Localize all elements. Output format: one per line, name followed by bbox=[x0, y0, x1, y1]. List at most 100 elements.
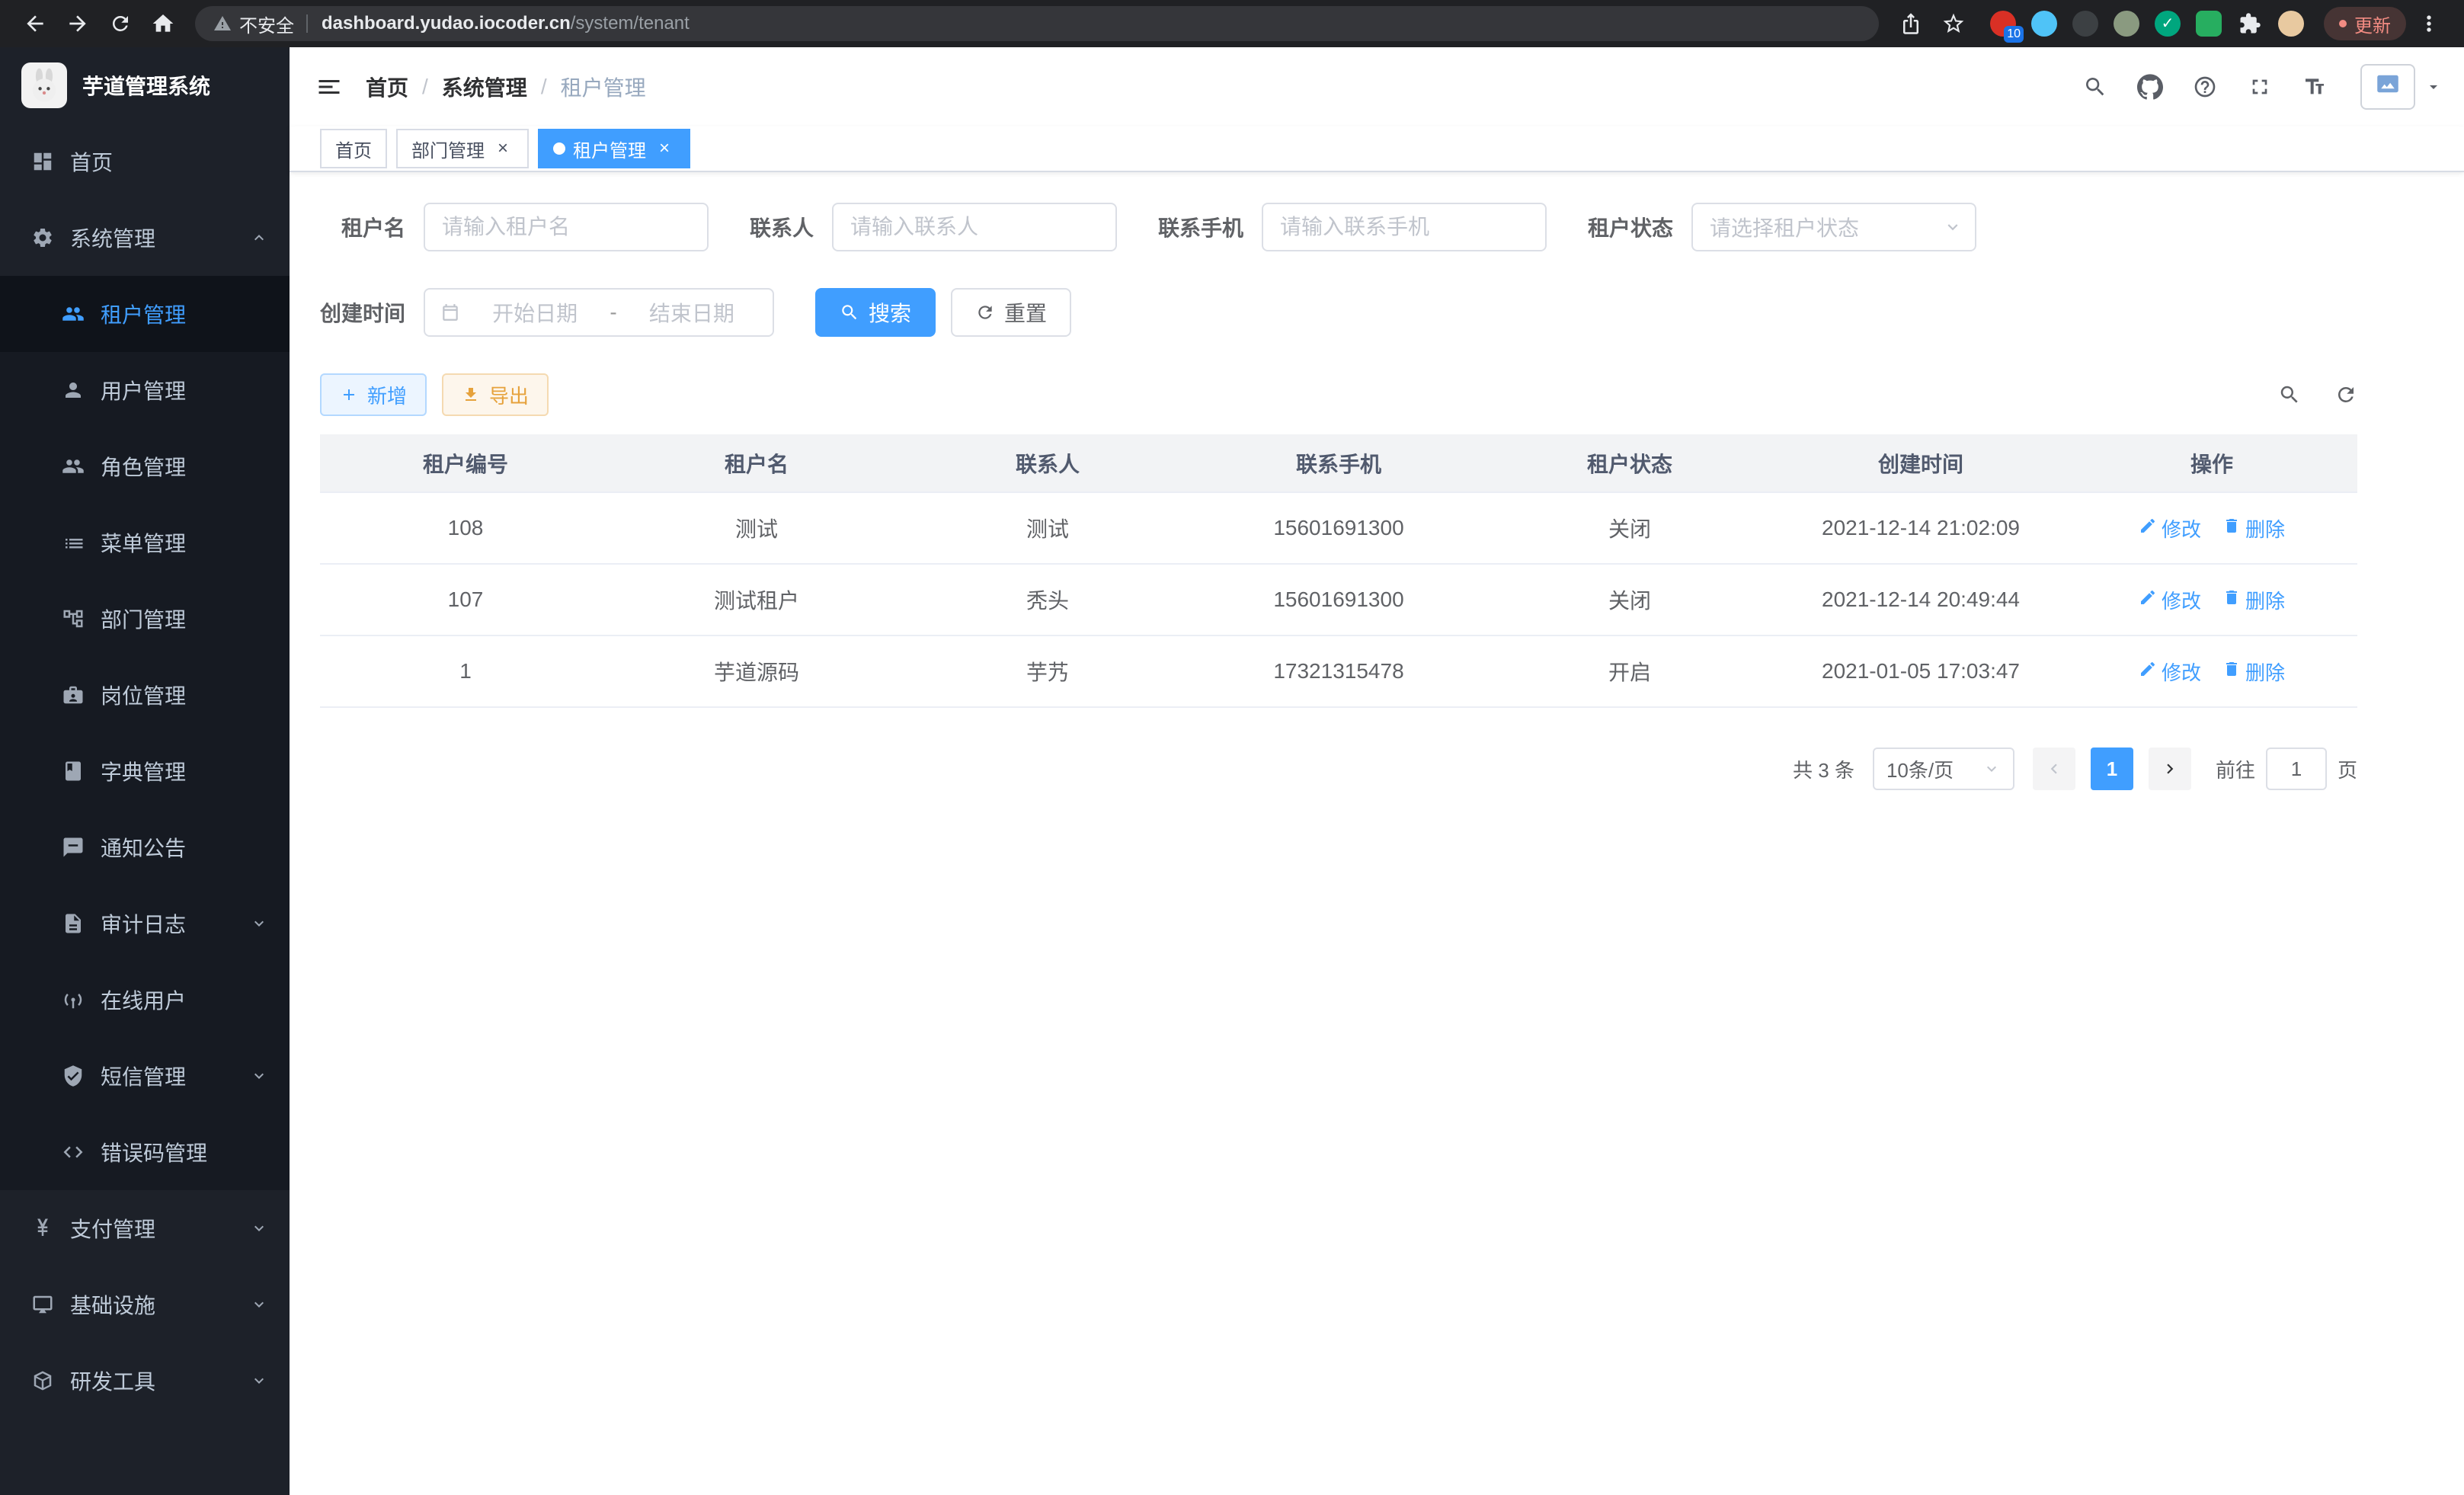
add-button[interactable]: 新增 bbox=[320, 373, 427, 416]
url-bar[interactable]: 不安全 dashboard.yudao.iocoder.cn/system/te… bbox=[195, 6, 1879, 41]
profile-avatar-icon[interactable] bbox=[2278, 11, 2304, 37]
extension-icon-dark[interactable] bbox=[2072, 11, 2098, 37]
delete-link[interactable]: 删除 bbox=[2222, 514, 2285, 543]
extension-icon-blue[interactable] bbox=[2031, 11, 2057, 37]
sidebar-item-首页[interactable]: 首页 bbox=[0, 123, 290, 200]
browser-menu-icon[interactable] bbox=[2409, 5, 2449, 42]
header-search-icon[interactable] bbox=[2071, 62, 2120, 111]
tab-首页[interactable]: 首页 bbox=[320, 129, 387, 168]
edit-link[interactable]: 修改 bbox=[2139, 658, 2201, 686]
contact-label: 联系人 bbox=[750, 212, 814, 242]
pager: 1 bbox=[2033, 748, 2191, 790]
sidebar-item-审计日志[interactable]: 审计日志 bbox=[0, 885, 290, 962]
chevron-down-icon bbox=[250, 1219, 268, 1237]
edit-link[interactable]: 修改 bbox=[2139, 586, 2201, 614]
fullscreen-icon[interactable] bbox=[2235, 62, 2284, 111]
bookmark-star-icon[interactable] bbox=[1934, 5, 1973, 42]
signal-icon bbox=[61, 988, 85, 1012]
tab-租户管理[interactable]: 租户管理× bbox=[538, 129, 690, 168]
prev-page-icon[interactable] bbox=[2033, 748, 2075, 790]
update-dot bbox=[2339, 20, 2347, 27]
chevron-down-icon bbox=[250, 1067, 268, 1085]
sidebar-item-部门管理[interactable]: 部门管理 bbox=[0, 581, 290, 657]
cell-actions: 修改删除 bbox=[2066, 564, 2357, 635]
sidebar-item-用户管理[interactable]: 用户管理 bbox=[0, 352, 290, 428]
sidebar-toggle-icon[interactable] bbox=[305, 62, 354, 111]
cell-phone: 17321315478 bbox=[1193, 635, 1484, 707]
column-header-联系手机: 联系手机 bbox=[1193, 434, 1484, 492]
badge-icon bbox=[61, 683, 85, 707]
navbar-actions bbox=[2071, 62, 2443, 111]
help-icon[interactable] bbox=[2181, 62, 2229, 111]
tenant-name-field: 租户名 bbox=[320, 203, 709, 251]
delete-link[interactable]: 删除 bbox=[2222, 658, 2285, 686]
share-icon[interactable] bbox=[1891, 5, 1931, 42]
sidebar-item-菜单管理[interactable]: 菜单管理 bbox=[0, 504, 290, 581]
breadcrumb-item-首页[interactable]: 首页 bbox=[366, 72, 408, 102]
extension-icon-green-check[interactable]: ✓ bbox=[2155, 11, 2181, 37]
avatar-caret-down-icon[interactable] bbox=[2424, 78, 2443, 96]
cell-created: 2021-01-05 17:03:47 bbox=[1775, 635, 2066, 707]
reset-button[interactable]: 重置 bbox=[951, 288, 1071, 337]
goto-page-input[interactable] bbox=[2266, 748, 2327, 790]
tenant-status-select[interactable]: 请选择租户状态 bbox=[1691, 203, 1976, 251]
table-row: 1芋道源码芋艿17321315478开启2021-01-05 17:03:47修… bbox=[320, 635, 2357, 707]
extension-icon-sage[interactable] bbox=[2114, 11, 2139, 37]
sidebar-item-租户管理[interactable]: 租户管理 bbox=[0, 276, 290, 352]
create-time-range-picker[interactable]: 开始日期 - 结束日期 bbox=[424, 288, 774, 337]
broken-image-icon bbox=[2376, 72, 2399, 101]
page-size-select[interactable]: 10条/页 bbox=[1873, 748, 2014, 790]
phone-input[interactable] bbox=[1262, 203, 1547, 251]
yen-icon bbox=[30, 1216, 55, 1240]
browser-forward-icon[interactable] bbox=[58, 5, 98, 42]
user-avatar[interactable] bbox=[2360, 64, 2415, 110]
edit-link[interactable]: 修改 bbox=[2139, 514, 2201, 543]
sidebar-item-短信管理[interactable]: 短信管理 bbox=[0, 1038, 290, 1114]
sidebar-item-支付管理[interactable]: 支付管理 bbox=[0, 1190, 290, 1266]
breadcrumb-item-系统管理[interactable]: 系统管理 bbox=[442, 72, 527, 102]
sidebar-item-错误码管理[interactable]: 错误码管理 bbox=[0, 1114, 290, 1190]
tab-close-icon[interactable]: × bbox=[654, 138, 675, 159]
browser-back-icon[interactable] bbox=[15, 5, 55, 42]
github-icon[interactable] bbox=[2126, 62, 2174, 111]
contact-input[interactable] bbox=[832, 203, 1117, 251]
cell-contact: 秃头 bbox=[902, 564, 1193, 635]
delete-link[interactable]: 删除 bbox=[2222, 586, 2285, 614]
breadcrumb: 首页/系统管理/租户管理 bbox=[366, 72, 646, 102]
security-label: 不安全 bbox=[239, 11, 294, 37]
browser-home-icon[interactable] bbox=[143, 5, 183, 42]
next-page-icon[interactable] bbox=[2149, 748, 2191, 790]
sidebar-item-角色管理[interactable]: 角色管理 bbox=[0, 428, 290, 504]
browser-chrome: 不安全 dashboard.yudao.iocoder.cn/system/te… bbox=[0, 0, 2464, 47]
extension-icon-red[interactable]: 10 bbox=[1990, 11, 2016, 37]
cell-contact: 芋艿 bbox=[902, 635, 1193, 707]
tab-部门管理[interactable]: 部门管理× bbox=[396, 129, 529, 168]
chevron-down-icon bbox=[250, 914, 268, 933]
sidebar-item-通知公告[interactable]: 通知公告 bbox=[0, 809, 290, 885]
screen: 不安全 dashboard.yudao.iocoder.cn/system/te… bbox=[0, 0, 2464, 1495]
refresh-table-icon[interactable] bbox=[2334, 383, 2357, 406]
sidebar-item-研发工具[interactable]: 研发工具 bbox=[0, 1343, 290, 1419]
sidebar-item-在线用户[interactable]: 在线用户 bbox=[0, 962, 290, 1038]
page-number-1[interactable]: 1 bbox=[2091, 748, 2133, 790]
pagination-total: 共 3 条 bbox=[1793, 755, 1854, 783]
chevron-up-icon bbox=[250, 229, 268, 247]
extension-icon-green-chat[interactable] bbox=[2196, 11, 2222, 37]
sidebar-item-岗位管理[interactable]: 岗位管理 bbox=[0, 657, 290, 733]
chevron-down-icon bbox=[1943, 217, 1963, 237]
navbar: 首页/系统管理/租户管理 bbox=[290, 47, 2464, 126]
tenant-name-input[interactable] bbox=[424, 203, 709, 251]
breadcrumb-separator: / bbox=[541, 75, 547, 99]
font-size-icon[interactable] bbox=[2290, 62, 2339, 111]
search-button[interactable]: 搜索 bbox=[815, 288, 936, 337]
box-icon bbox=[30, 1369, 55, 1393]
sidebar-item-字典管理[interactable]: 字典管理 bbox=[0, 733, 290, 809]
sidebar-item-系统管理[interactable]: 系统管理 bbox=[0, 200, 290, 276]
extensions-puzzle-icon[interactable] bbox=[2237, 11, 2263, 37]
tab-close-icon[interactable]: × bbox=[492, 138, 514, 159]
update-button[interactable]: 更新 bbox=[2324, 7, 2406, 40]
toggle-search-icon[interactable] bbox=[2278, 383, 2301, 406]
export-button[interactable]: 导出 bbox=[442, 373, 549, 416]
browser-refresh-icon[interactable] bbox=[101, 5, 140, 42]
sidebar-item-基础设施[interactable]: 基础设施 bbox=[0, 1266, 290, 1343]
